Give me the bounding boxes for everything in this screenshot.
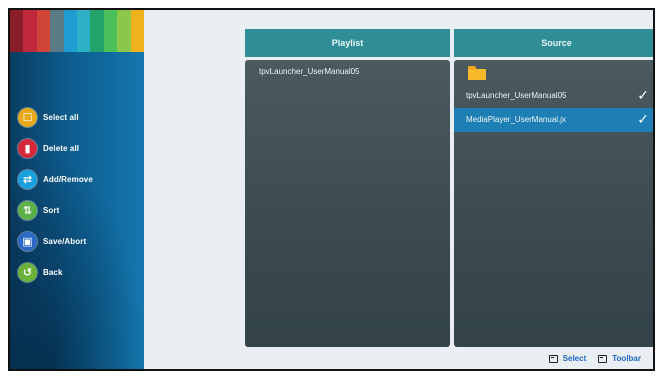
footer-hints: Select Toolbar [537, 354, 641, 363]
source-item-2-selected[interactable]: MediaPlayer_UserManual.jx ✓ [454, 108, 653, 132]
color-stripe [50, 10, 64, 52]
color-stripe [10, 10, 24, 52]
checkmark-icon: ✓ [637, 112, 649, 128]
color-stripe [130, 10, 144, 52]
select-all-icon: ☐ [18, 108, 37, 127]
checkmark-icon: ✓ [637, 88, 649, 104]
back-button[interactable]: ↺ Back [18, 262, 93, 283]
source-item-1[interactable]: tpvLauncher_UserManual05 ✓ [454, 84, 653, 108]
swap-icon: ⇄ [18, 170, 37, 189]
back-label: Back [43, 268, 63, 277]
delete-all-label: Delete all [43, 144, 80, 153]
playlist-panel[interactable]: tpvLauncher_UserManual05 [245, 60, 450, 347]
add-remove-label: Add/Remove [43, 175, 93, 184]
playlist-item[interactable]: tpvLauncher_UserManual05 [245, 60, 450, 84]
sort-icon: ⇅ [18, 201, 37, 220]
select-all-label: Select all [43, 113, 79, 122]
sort-label: Sort [43, 206, 60, 215]
color-stripe [117, 10, 131, 52]
playlist-header: Playlist [245, 29, 450, 57]
add-remove-button[interactable]: ⇄ Add/Remove [18, 169, 93, 190]
toolbar-hint-label: Toolbar [612, 354, 641, 363]
main-area: Playlist Source tpvLauncher_UserManual05… [144, 10, 653, 369]
sort-button[interactable]: ⇅ Sort [18, 200, 93, 221]
toolbar-hint-button[interactable]: Toolbar [598, 354, 641, 363]
save-abort-button[interactable]: ▣ Save/Abort [18, 231, 93, 252]
app-window: ☐ Select all ▮ Delete all ⇄ Add/Remove ⇅… [8, 8, 655, 371]
color-stripe [77, 10, 91, 52]
source-panel[interactable]: tpvLauncher_UserManual05 ✓ MediaPlayer_U… [454, 60, 653, 347]
color-stripe [90, 10, 104, 52]
save-abort-label: Save/Abort [43, 237, 87, 246]
select-hint-label: Select [562, 354, 587, 363]
select-key-icon [548, 354, 558, 363]
select-all-button[interactable]: ☐ Select all [18, 107, 93, 128]
color-stripe [36, 10, 51, 52]
color-stripe [103, 10, 118, 52]
toolbar-key-icon [598, 354, 608, 363]
source-item-label: tpvLauncher_UserManual05 [466, 91, 567, 100]
delete-all-button[interactable]: ▮ Delete all [18, 138, 93, 159]
folder-icon[interactable] [468, 66, 486, 80]
back-icon: ↺ [18, 263, 37, 282]
select-hint-button[interactable]: Select [548, 354, 587, 363]
trash-icon: ▮ [18, 139, 37, 158]
sidebar: ☐ Select all ▮ Delete all ⇄ Add/Remove ⇅… [10, 10, 144, 369]
color-stripe [23, 10, 37, 52]
color-stripe [63, 10, 78, 52]
color-stripes-banner [10, 10, 144, 52]
save-icon: ▣ [18, 232, 37, 251]
sidebar-menu: ☐ Select all ▮ Delete all ⇄ Add/Remove ⇅… [18, 107, 93, 293]
source-header: Source [454, 29, 653, 57]
source-item-label: MediaPlayer_UserManual.jx [466, 115, 567, 124]
